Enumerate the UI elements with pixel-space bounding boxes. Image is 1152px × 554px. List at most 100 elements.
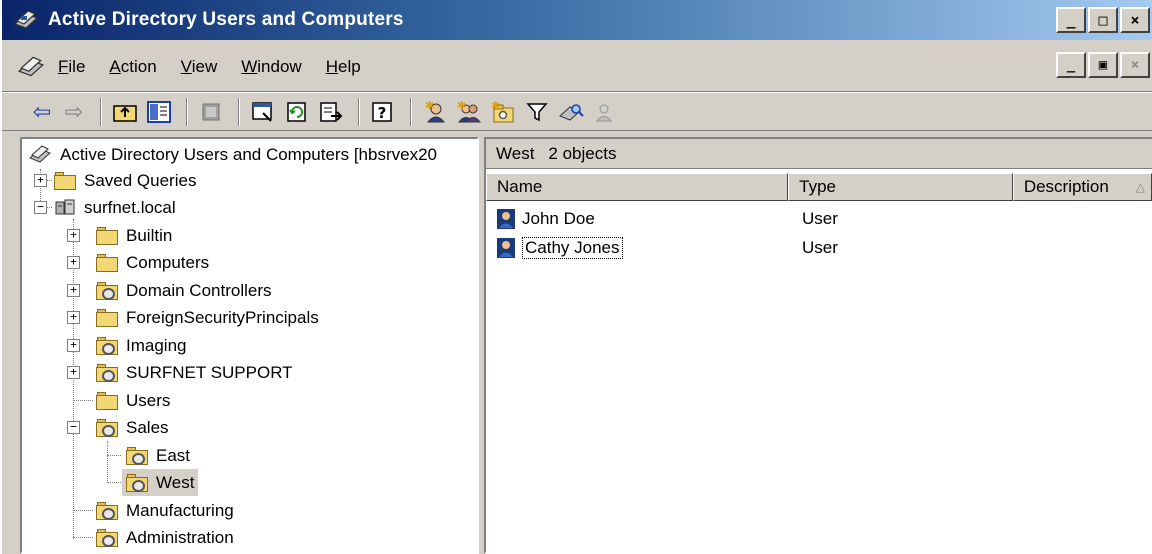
collapse-toggle[interactable]: −	[34, 201, 47, 214]
find-icon[interactable]	[556, 97, 586, 127]
user-type: User	[802, 209, 838, 228]
tree-item-label: SURFNET SUPPORT	[126, 362, 293, 382]
minimize-button[interactable]: _	[1056, 7, 1086, 33]
menu-file-rest: ile	[68, 56, 86, 76]
tree-item-saved-queries[interactable]: Saved Queries	[54, 167, 196, 194]
child-close-button[interactable]: ×	[1120, 52, 1150, 78]
mmc-console-icon[interactable]	[16, 52, 46, 82]
menu-action[interactable]: Action	[109, 57, 156, 77]
tree-item-surfnet-support[interactable]: SURFNET SUPPORT	[96, 359, 293, 386]
menu-action-accel: A	[109, 56, 121, 76]
show-hide-tree-icon[interactable]	[144, 97, 174, 127]
tree-item-imaging[interactable]: Imaging	[96, 332, 186, 359]
column-header-description[interactable]: Description △	[1012, 173, 1152, 201]
sort-arrow-icon: △	[1135, 180, 1145, 194]
add-to-group-icon[interactable]	[590, 97, 620, 127]
tree-item-administration[interactable]: Administration	[96, 524, 234, 551]
tree-item-label: Manufacturing	[126, 500, 234, 520]
tree-item-manufacturing[interactable]: Manufacturing	[96, 497, 234, 524]
folder-icon	[96, 253, 118, 272]
tree-item-users[interactable]: Users	[96, 387, 170, 414]
tree-item-west[interactable]: West	[122, 469, 199, 496]
folder-icon	[96, 308, 118, 327]
tree-item-label: West	[156, 472, 195, 492]
svg-text:✱: ✱	[457, 100, 466, 112]
tree-item-east[interactable]: East	[126, 442, 190, 469]
export-list-icon[interactable]	[316, 97, 346, 127]
expand-toggle[interactable]: +	[67, 229, 80, 242]
menu-bar: File Action View Window Help _ ▣ ×	[2, 42, 1152, 92]
child-restore-button[interactable]: ▣	[1088, 52, 1118, 78]
expand-toggle[interactable]: +	[67, 256, 80, 269]
console-tree-pane[interactable]: Active Directory Users and Computers [hb…	[20, 137, 479, 554]
console-tree: Active Directory Users and Computers [hb…	[22, 139, 477, 552]
expand-toggle[interactable]: +	[67, 366, 80, 379]
forward-arrow-icon[interactable]: ⇨	[60, 97, 88, 127]
delete-icon[interactable]	[196, 97, 226, 127]
tree-item-foreign-security-principals[interactable]: ForeignSecurityPrincipals	[96, 304, 319, 331]
menu-file-accel: F	[58, 56, 69, 76]
tree-item-domain-controllers[interactable]: Domain Controllers	[96, 277, 272, 304]
properties-icon[interactable]	[248, 97, 278, 127]
tree-root-label: Active Directory Users and Computers [hb…	[60, 144, 437, 164]
menu-view[interactable]: View	[181, 57, 218, 77]
tree-item-label: Saved Queries	[84, 170, 197, 190]
refresh-icon[interactable]	[282, 97, 312, 127]
details-header: West 2 objects	[486, 139, 1152, 169]
menu-window-rest: indow	[257, 56, 302, 76]
expand-toggle[interactable]: +	[67, 284, 80, 297]
svg-text:✱: ✱	[425, 100, 434, 112]
filter-icon[interactable]	[522, 97, 552, 127]
title-bar[interactable]: Active Directory Users and Computers _ □…	[2, 0, 1152, 40]
expand-toggle[interactable]: +	[67, 339, 80, 352]
ou-folder-icon	[96, 363, 118, 382]
menu-help-rest: elp	[337, 56, 361, 76]
ou-folder-icon	[96, 336, 118, 355]
aduc-root-icon	[29, 144, 51, 163]
list-item[interactable]: John Doe User	[486, 205, 1152, 233]
close-button[interactable]: ×	[1120, 7, 1150, 33]
up-folder-icon[interactable]	[110, 97, 140, 127]
tree-item-label: Domain Controllers	[126, 280, 272, 300]
new-group-icon[interactable]: ✱	[454, 97, 484, 127]
maximize-button[interactable]: □	[1088, 7, 1118, 33]
help-icon[interactable]: ?	[368, 97, 398, 127]
tree-line	[73, 400, 93, 401]
ou-folder-icon	[126, 473, 148, 492]
new-ou-icon[interactable]: ✱	[488, 97, 518, 127]
tree-item-builtin[interactable]: Builtin	[96, 222, 172, 249]
column-header-type[interactable]: Type	[788, 173, 1013, 201]
tree-item-sales[interactable]: Sales	[96, 414, 169, 441]
object-count: 2 objects	[548, 143, 617, 163]
aduc-app-icon	[13, 10, 39, 29]
toolbar-separator	[100, 97, 102, 126]
expand-toggle[interactable]: +	[34, 174, 47, 187]
tree-root[interactable]: Active Directory Users and Computers [hb…	[28, 141, 437, 168]
list-item[interactable]: Cathy Jones User	[486, 234, 1152, 262]
tree-line	[73, 537, 93, 538]
user-name: Cathy Jones	[522, 237, 623, 259]
toolbar-separator	[358, 97, 360, 126]
container-name: West	[496, 143, 535, 163]
child-minimize-button[interactable]: _	[1056, 52, 1086, 78]
menu-action-rest: ction	[120, 56, 157, 76]
menu-window[interactable]: Window	[241, 57, 301, 77]
toolbar: ⇦ ⇨ ? ✱ ✱ ✱	[2, 93, 1152, 131]
details-pane[interactable]: West 2 objects Name Type Description △ Jo…	[484, 137, 1152, 554]
tree-item-label: Builtin	[126, 225, 173, 245]
expand-toggle[interactable]: +	[67, 311, 80, 324]
user-name: John Doe	[522, 209, 595, 228]
tree-item-label: Users	[126, 390, 171, 410]
tree-item-label: ForeignSecurityPrincipals	[126, 307, 319, 327]
back-arrow-icon[interactable]: ⇦	[28, 97, 56, 127]
column-header-name[interactable]: Name	[486, 173, 789, 201]
collapse-toggle[interactable]: −	[67, 421, 80, 434]
tree-item-computers[interactable]: Computers	[96, 249, 209, 276]
new-user-icon[interactable]: ✱	[420, 97, 450, 127]
toolbar-separator	[238, 97, 240, 126]
menu-file[interactable]: File	[58, 57, 85, 77]
menu-help[interactable]: Help	[326, 57, 361, 77]
menu-window-accel: W	[241, 56, 258, 76]
domain-icon	[55, 199, 75, 214]
tree-item-domain[interactable]: surfnet.local	[54, 194, 176, 221]
